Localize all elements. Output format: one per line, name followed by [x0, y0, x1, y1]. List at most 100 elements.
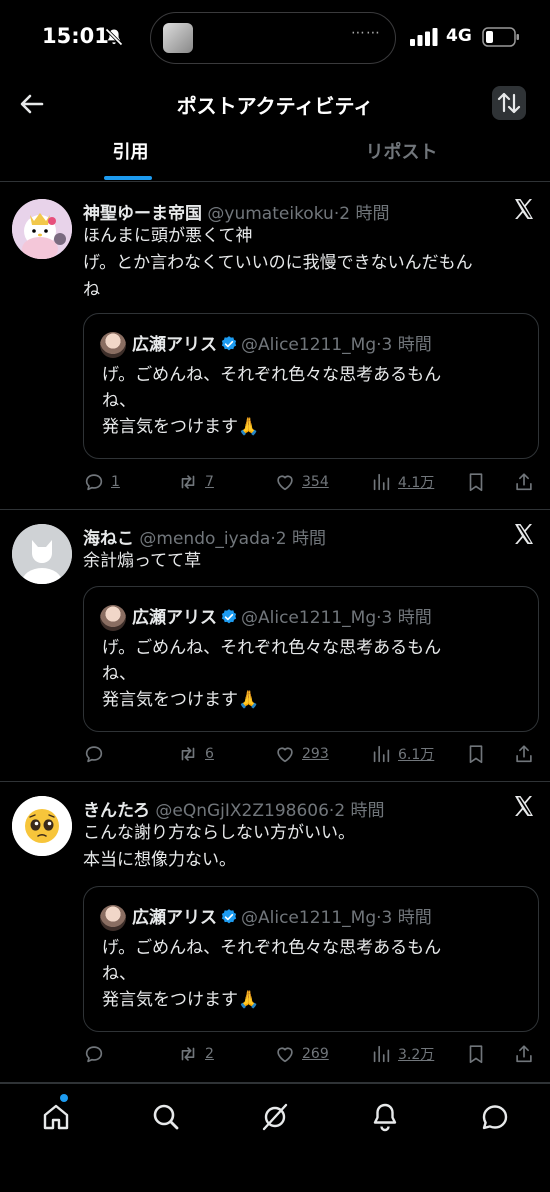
post-text-line: ほんまに頭が悪くて神	[83, 226, 253, 246]
tab-quotes[interactable]: 引用	[0, 132, 268, 182]
avatar[interactable]	[12, 199, 72, 259]
post-time: 2 時間	[339, 204, 390, 224]
quoted-text-line: 発言気をつけます🙏	[102, 690, 260, 710]
quoted-post-time: 3 時間	[381, 608, 432, 628]
verified-badge-icon	[221, 336, 237, 351]
author-handle[interactable]: @eQnGjIX2Z198606	[155, 801, 329, 821]
quoted-author-name: 広瀬アリス	[132, 908, 217, 928]
tab-reposts[interactable]: リポスト	[264, 132, 539, 182]
post-actions: 6 293 6.1万	[83, 742, 539, 766]
post-item[interactable]: 神聖ゆーま帝国 @yumateikoku·2 時間 ほんまに頭が悪くて神 げ。と…	[0, 183, 550, 510]
author-handle[interactable]: @mendo_iyada	[139, 529, 270, 549]
quoted-text-line: 発言気をつけます🙏	[102, 990, 260, 1010]
quoted-author-handle: @Alice1211_Mg	[241, 908, 377, 928]
share-button[interactable]	[513, 742, 535, 766]
repost-button[interactable]: 2	[177, 1042, 214, 1066]
quoted-post[interactable]: 広瀬アリス @Alice1211_Mg·3 時間 げ。ごめんね、それぞれ色々な思考…	[83, 313, 539, 459]
repost-button[interactable]: 7	[177, 470, 214, 494]
post-time: 2 時間	[275, 529, 326, 549]
signal-icon	[410, 28, 438, 46]
waveform-icon: ⋯⋯	[351, 25, 381, 41]
author-name[interactable]: 神聖ゆーま帝国	[83, 204, 202, 224]
messages-icon[interactable]	[479, 1101, 511, 1133]
post-item[interactable]: 海ねこ @mendo_iyada·2 時間 余計煽ってて草 広瀬アリス @Alic…	[0, 510, 550, 782]
like-count: 293	[302, 746, 329, 762]
quoted-header: 広瀬アリス @Alice1211_Mg·3 時間	[132, 330, 432, 355]
dynamic-island[interactable]: ⋯⋯	[150, 12, 396, 64]
quoted-post[interactable]: 広瀬アリス @Alice1211_Mg·3 時間 げ。ごめんね、それぞれ色々な思考…	[83, 886, 539, 1032]
quoted-text-line: ね、	[102, 664, 136, 684]
quoted-author-name: 広瀬アリス	[132, 608, 217, 628]
bookmark-button[interactable]	[465, 742, 487, 766]
views-button[interactable]: 6.1万	[370, 742, 434, 766]
verified-badge-icon	[221, 609, 237, 624]
author-name[interactable]: きんたろ	[83, 801, 150, 821]
default-avatar-icon	[12, 524, 72, 584]
quoted-avatar	[100, 332, 126, 358]
status-time: 15:01	[42, 24, 109, 48]
heart-icon	[277, 475, 293, 491]
bookmark-button[interactable]	[465, 1042, 487, 1066]
views-chart-icon	[373, 473, 390, 491]
like-button[interactable]: 269	[274, 1042, 329, 1066]
share-button[interactable]	[513, 470, 535, 494]
post-text: ほんまに頭が悪くて神 げ。とか言わなくていいのに我慢できないんだもん ね	[83, 223, 536, 304]
reply-button[interactable]	[83, 742, 111, 766]
views-button[interactable]: 4.1万	[370, 470, 434, 494]
grok-icon[interactable]	[259, 1101, 291, 1133]
repost-icon	[181, 475, 195, 489]
search-icon[interactable]	[150, 1101, 182, 1133]
bookmark-icon	[469, 745, 483, 764]
share-button[interactable]	[513, 1042, 535, 1066]
like-button[interactable]: 354	[274, 470, 329, 494]
repost-icon	[181, 747, 195, 761]
bookmark-icon	[469, 473, 483, 492]
reply-count: 1	[111, 474, 120, 490]
quoted-author-handle: @Alice1211_Mg	[241, 608, 377, 628]
repost-button[interactable]: 6	[177, 742, 214, 766]
post-item[interactable]: きんたろ @eQnGjIX2Z198606·2 時間 こんな謝り方ならしない方が…	[0, 782, 550, 1083]
network-type: 4G	[446, 26, 472, 46]
notifications-bell-icon[interactable]	[369, 1101, 401, 1133]
page-title: ポストアクティビティ	[176, 94, 374, 118]
share-icon	[516, 473, 532, 491]
reply-button[interactable]: 1	[83, 470, 120, 494]
view-count: 4.1万	[398, 475, 435, 491]
bookmark-icon	[469, 1045, 483, 1064]
quoted-text-line: ね、	[102, 391, 136, 411]
heart-icon	[277, 747, 293, 763]
quoted-post[interactable]: 広瀬アリス @Alice1211_Mg·3 時間 げ。ごめんね、それぞれ色々な思考…	[83, 586, 539, 732]
quoted-avatar	[100, 905, 126, 931]
quoted-text-line: ね、	[102, 964, 136, 984]
post-actions: 1 7 354 4.1万	[83, 470, 539, 494]
x-logo-icon	[515, 796, 533, 816]
sort-button[interactable]	[492, 86, 526, 120]
post-text: こんな謝り方ならしない方がいい。 本当に想像力ない。	[83, 820, 536, 874]
bookmark-button[interactable]	[465, 470, 487, 494]
reply-icon	[85, 746, 103, 763]
post-time: 2 時間	[334, 801, 385, 821]
avatar[interactable]	[12, 524, 72, 584]
reply-icon	[85, 1046, 103, 1063]
x-logo-icon	[515, 524, 533, 544]
views-button[interactable]: 3.2万	[370, 1042, 434, 1066]
reply-icon	[85, 474, 103, 491]
share-icon	[516, 745, 532, 763]
like-button[interactable]: 293	[274, 742, 329, 766]
quoted-text-line: げ。ごめんね、それぞれ色々な思考あるもん	[102, 638, 442, 658]
post-text-line: こんな謝り方ならしない方がいい。	[83, 823, 355, 843]
page-header: ポストアクティビティ	[0, 76, 550, 132]
author-name[interactable]: 海ねこ	[83, 529, 134, 549]
like-count: 269	[302, 1046, 329, 1062]
reply-button[interactable]	[83, 1042, 111, 1066]
quoted-text-line: 発言気をつけます🙏	[102, 417, 260, 437]
avatar[interactable]	[12, 796, 72, 856]
status-bar: 15:01 ⋯⋯ 4G	[0, 0, 550, 76]
author-handle[interactable]: @yumateikoku	[207, 204, 333, 224]
quoted-post-time: 3 時間	[381, 908, 432, 928]
quoted-text-line: げ。ごめんね、それぞれ色々な思考あるもん	[102, 365, 442, 385]
home-icon[interactable]	[40, 1101, 72, 1133]
x-logo-icon	[515, 199, 533, 219]
view-count: 6.1万	[398, 747, 435, 763]
quoted-text: げ。ごめんね、それぞれ色々な思考あるもん ね、 発言気をつけます🙏	[102, 362, 524, 440]
